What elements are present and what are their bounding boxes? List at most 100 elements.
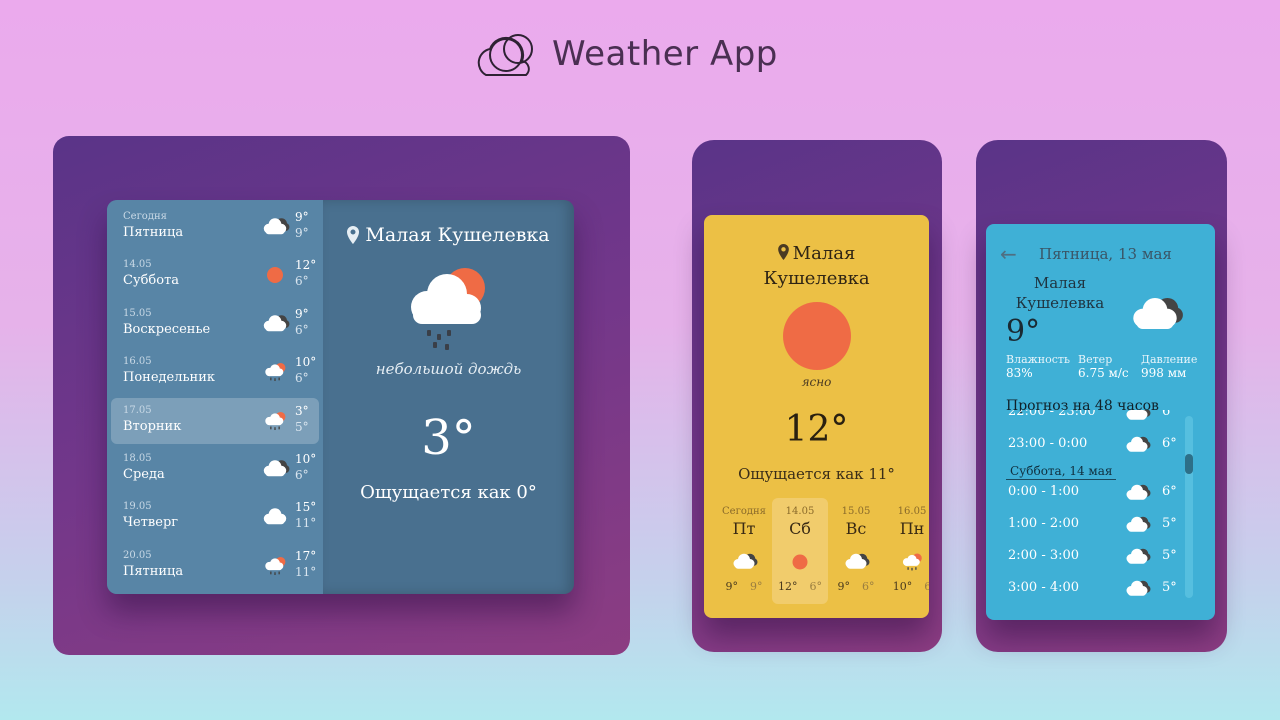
hour-icon (1122, 434, 1152, 456)
forecast-date: Сегодня (722, 506, 766, 517)
hourly-list[interactable]: 22:00 - 23:00 6° 23:00 - 0:00 6° Суббота, 14… (986, 410, 1215, 600)
humidity: Влажность 83% (1006, 353, 1070, 380)
hour-time: 23:00 - 0:00 (1008, 436, 1088, 451)
pressure: Давление 998 мм (1141, 353, 1197, 380)
weather-condition: небольшой дождь (375, 360, 522, 378)
current-temperature: 3° (421, 410, 476, 466)
rain-sun-icon (411, 268, 485, 350)
hour-icon (1122, 546, 1152, 568)
location-pin-icon (347, 226, 360, 244)
humidity-value: 83% (1006, 366, 1033, 380)
hour-temp: 6° (1162, 436, 1177, 451)
forecast-weekday: Сб (789, 519, 811, 538)
day-name: Вторник (123, 418, 182, 434)
hour-icon (1122, 410, 1152, 424)
forecast-date: 15.05 (841, 506, 871, 517)
cloudy-icon (1122, 514, 1152, 536)
day-row[interactable]: 16.05 Понедельник 10° 6° (111, 349, 319, 395)
cloudy-icon (1122, 546, 1152, 568)
day-low-temp: 11° (295, 516, 317, 531)
hour-temp: 5° (1162, 516, 1177, 531)
day-date: 17.05 (123, 404, 152, 416)
day-date: 16.05 (123, 356, 152, 368)
hourly-row: 3:00 - 4:00 5° (1008, 580, 1188, 600)
forecast-date: 16.05 (897, 506, 927, 517)
location: Малая Кушелевка (704, 241, 929, 291)
back-arrow-icon[interactable]: ← (1000, 242, 1017, 266)
day-name: Пятница (123, 225, 184, 240)
hour-time: 2:00 - 3:00 (1008, 548, 1080, 563)
scrollbar[interactable] (1185, 416, 1193, 598)
forecast-low-temp: 6° (862, 580, 875, 593)
forecast-icon (729, 550, 759, 574)
day-high-temp: 15° (295, 500, 317, 515)
mobile-detail-card: ← Пятница, 13 мая Малая Кушелевка 9° Вла… (986, 224, 1215, 620)
day-name: Понедельник (123, 370, 216, 386)
forecast-low-temp: 9° (750, 580, 763, 593)
day-row[interactable]: 19.05 Четверг 15° 11° (111, 494, 319, 540)
forecast-low-temp: 6 (924, 580, 929, 593)
forecast-icon (841, 550, 871, 574)
forecast-day-card[interactable]: 15.05 Вс 9° 6° (828, 498, 884, 604)
day-date: 19.05 (123, 501, 152, 513)
day-icon (259, 456, 291, 482)
weather-condition: ясно (801, 375, 832, 389)
cloudy-icon (1122, 410, 1152, 424)
hour-icon (1122, 578, 1152, 600)
day-date: 14.05 (123, 259, 152, 271)
day-high-temp: 9° (295, 306, 309, 321)
cloudy-icon (259, 214, 291, 240)
cloudy-icon (1122, 578, 1152, 600)
day-row[interactable]: 18.05 Среда 10° 6° (111, 446, 319, 492)
scrollbar-thumb[interactable] (1185, 454, 1193, 474)
day-high-temp: 10° (295, 452, 317, 466)
day-icon (259, 553, 291, 579)
location-line-2: Кушелевка (1015, 294, 1105, 312)
hour-temp: 6° (1162, 484, 1177, 499)
day-high-temp: 12° (295, 258, 317, 273)
hour-icon (1122, 514, 1152, 536)
day-icon (259, 408, 291, 434)
day-list: Сегодня Пятница 9° 9° 14.05 Суббота 12° 6° 15.05… (107, 200, 323, 594)
cloudy-icon (1124, 294, 1186, 336)
day-low-temp: 6° (295, 322, 309, 337)
forecast-weekday: Пт (732, 519, 756, 538)
location-name: Малая Кушелевка (365, 224, 550, 246)
rain-sun-icon (897, 550, 927, 574)
forecast-icon (897, 550, 927, 574)
day-row[interactable]: Сегодня Пятница 9° 9° (111, 204, 319, 250)
day-name: Среда (123, 467, 165, 482)
hour-time: 3:00 - 4:00 (1008, 580, 1080, 595)
day-date: 15.05 (123, 307, 152, 319)
wind: Ветер 6.75 м/с (1078, 353, 1129, 380)
rain-sun-icon (259, 553, 291, 579)
day-row[interactable]: 14.05 Суббота 12° 6° (111, 252, 319, 298)
day-low-temp: 11° (295, 564, 317, 579)
hourly-row: 1:00 - 2:00 5° (1008, 516, 1188, 536)
location-pin-icon (777, 244, 789, 260)
sun-icon (783, 302, 851, 370)
forecast-day-card[interactable]: 14.05 Сб 12° 6° (772, 498, 828, 604)
forecast-temps: 9° 6° (828, 580, 884, 593)
location: Малая Кушелевка (323, 224, 574, 246)
forecast-day-card[interactable]: Сегодня Пт 9° 9° (716, 498, 772, 604)
day-row[interactable]: 15.05 Воскресенье 9° 6° (111, 301, 319, 347)
hourly-row: 0:00 - 1:00 6° (1008, 484, 1188, 504)
forecast-high-temp: 9° (725, 580, 739, 593)
day-low-temp: 6° (295, 468, 309, 482)
day-row[interactable]: 20.05 Пятница 17° 11° (111, 543, 319, 589)
forecast-day-card[interactable]: 16.05 Пн 10° 6 (884, 498, 929, 604)
sun-icon (259, 262, 291, 288)
desktop-weather-window: Сегодня Пятница 9° 9° 14.05 Суббота 12° 6° 15.05… (107, 200, 574, 594)
cloudy-icon (1122, 434, 1152, 456)
forecast-high-temp: 12° (778, 580, 798, 593)
day-row[interactable]: 17.05 Вторник 3° 5° (111, 397, 319, 444)
cloudy-icon (259, 456, 291, 482)
forecast-icon (785, 550, 815, 574)
wind-value: 6.75 м/с (1078, 366, 1129, 380)
day-high-temp: 3° (295, 403, 309, 418)
day-icon (259, 504, 291, 530)
hour-temp: 5° (1162, 548, 1177, 563)
day-icon (259, 214, 291, 240)
detail-title: Пятница, 13 мая (1039, 245, 1172, 263)
